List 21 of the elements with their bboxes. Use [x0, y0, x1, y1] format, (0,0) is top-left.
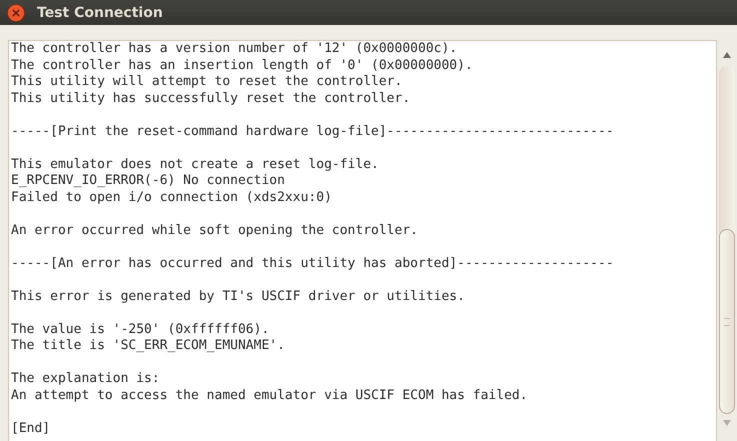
log-line: The controller has an insertion length of '0' (0x00000000).	[11, 58, 474, 74]
log-line: This utility will attempt to reset the controller.	[11, 74, 404, 90]
log-line: [End]	[11, 420, 52, 437]
log-line: The controller has a version number of '12' (0x0000000c).	[11, 41, 458, 58]
scroll-thumb[interactable]	[719, 229, 735, 414]
log-line: The title is 'SC_ERR_ECOM_EMUNAME'.	[11, 338, 286, 354]
window-title: Test Connection	[37, 4, 163, 20]
log-line: This utility has successfully reset the controller.	[11, 90, 412, 107]
scroll-up-icon[interactable]	[723, 52, 731, 58]
log-line: This error is generated by TI's USCIF driver or utilities.	[11, 288, 466, 305]
log-line: The value is '-250' (0xffffff06).	[11, 322, 270, 338]
close-icon[interactable]	[7, 4, 25, 22]
log-line: An error occurred while soft opening the controller.	[11, 222, 419, 239]
log-line: The explanation is:	[11, 371, 161, 388]
scroll-down-icon[interactable]	[723, 420, 731, 426]
log-line: Failed to open i/o connection (xds2xxu:0)	[11, 190, 333, 206]
log-line: This emulator does not create a reset log-file.	[11, 156, 380, 173]
log-line: -----[Print the reset-command hardware log-file]-----------------------------	[11, 124, 615, 140]
log-line: An attempt to access the named emulator via USCIF ECOM has failed.	[11, 388, 529, 404]
log-line: E_RPCENV_IO_ERROR(-6) No connection	[11, 173, 286, 190]
log-line: -----[An error has occurred and this utility has aborted]--------------------	[11, 256, 615, 272]
